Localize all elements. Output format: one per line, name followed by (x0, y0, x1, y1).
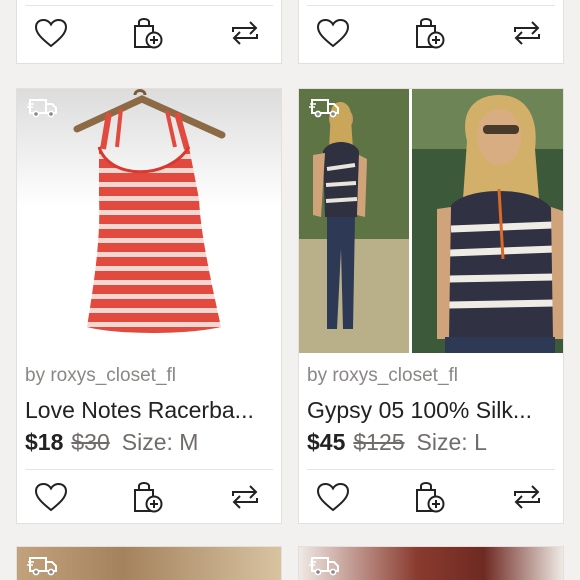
listing-image[interactable] (17, 547, 281, 580)
card-actions (307, 469, 555, 523)
card-actions (25, 5, 273, 59)
delivery-truck-icon (309, 557, 339, 576)
card-actions (307, 5, 555, 59)
listing-grid: by roxys_closet_fl Love Notes Racerba...… (0, 0, 580, 580)
heart-icon (34, 482, 68, 511)
listing-image[interactable] (299, 547, 563, 580)
seller-name[interactable]: by roxys_closet_fl (307, 365, 458, 387)
add-to-bundle-button[interactable] (130, 479, 166, 515)
listing-price: $18 (25, 429, 64, 455)
price-line: $18 $30 Size: M (25, 429, 198, 456)
add-to-bundle-button[interactable] (130, 15, 166, 51)
shopping-bag-plus-icon (416, 481, 445, 512)
striped-tank-top-photo (73, 89, 226, 333)
listing-card-top-right[interactable] (298, 0, 564, 64)
share-button[interactable] (227, 479, 263, 515)
price-line: $45 $125 Size: L (307, 429, 487, 456)
listing-card-bottom-right[interactable] (298, 546, 564, 580)
delivery-truck-icon (309, 99, 339, 118)
card-actions (25, 469, 273, 523)
listing-price: $45 (307, 429, 346, 455)
listing-image[interactable] (17, 89, 281, 353)
listing-size: Size: M (121, 429, 199, 455)
add-to-bundle-button[interactable] (412, 479, 448, 515)
share-arrows-icon (232, 20, 258, 45)
like-button[interactable] (33, 479, 69, 515)
heart-icon (34, 18, 68, 47)
delivery-truck-icon (27, 557, 57, 576)
listing-title[interactable]: Love Notes Racerba... (25, 397, 273, 424)
seller-name[interactable]: by roxys_closet_fl (25, 365, 176, 387)
heart-icon (316, 482, 350, 511)
shopping-bag-plus-icon (416, 17, 445, 48)
share-button[interactable] (509, 479, 545, 515)
share-button[interactable] (227, 15, 263, 51)
heart-icon (316, 18, 350, 47)
like-button[interactable] (33, 15, 69, 51)
listing-card-bottom-left[interactable] (16, 546, 282, 580)
like-button[interactable] (315, 479, 351, 515)
original-price: $30 (71, 429, 110, 455)
like-button[interactable] (315, 15, 351, 51)
add-to-bundle-button[interactable] (412, 15, 448, 51)
shopping-bag-plus-icon (134, 17, 163, 48)
listing-card-top-left[interactable] (16, 0, 282, 64)
delivery-truck-icon (27, 99, 57, 118)
original-price: $125 (353, 429, 405, 455)
listing-title[interactable]: Gypsy 05 100% Silk... (307, 397, 555, 424)
shopping-bag-plus-icon (134, 481, 163, 512)
share-arrows-icon (232, 484, 258, 509)
share-arrows-icon (514, 484, 540, 509)
model-wearing-tank-photo (299, 89, 563, 353)
listing-card-gypsy-05[interactable]: by roxys_closet_fl Gypsy 05 100% Silk...… (298, 88, 564, 524)
listing-image[interactable] (299, 89, 563, 353)
listing-size: Size: L (416, 429, 487, 455)
listing-card-love-notes[interactable]: by roxys_closet_fl Love Notes Racerba...… (16, 88, 282, 524)
share-arrows-icon (514, 20, 540, 45)
share-button[interactable] (509, 15, 545, 51)
